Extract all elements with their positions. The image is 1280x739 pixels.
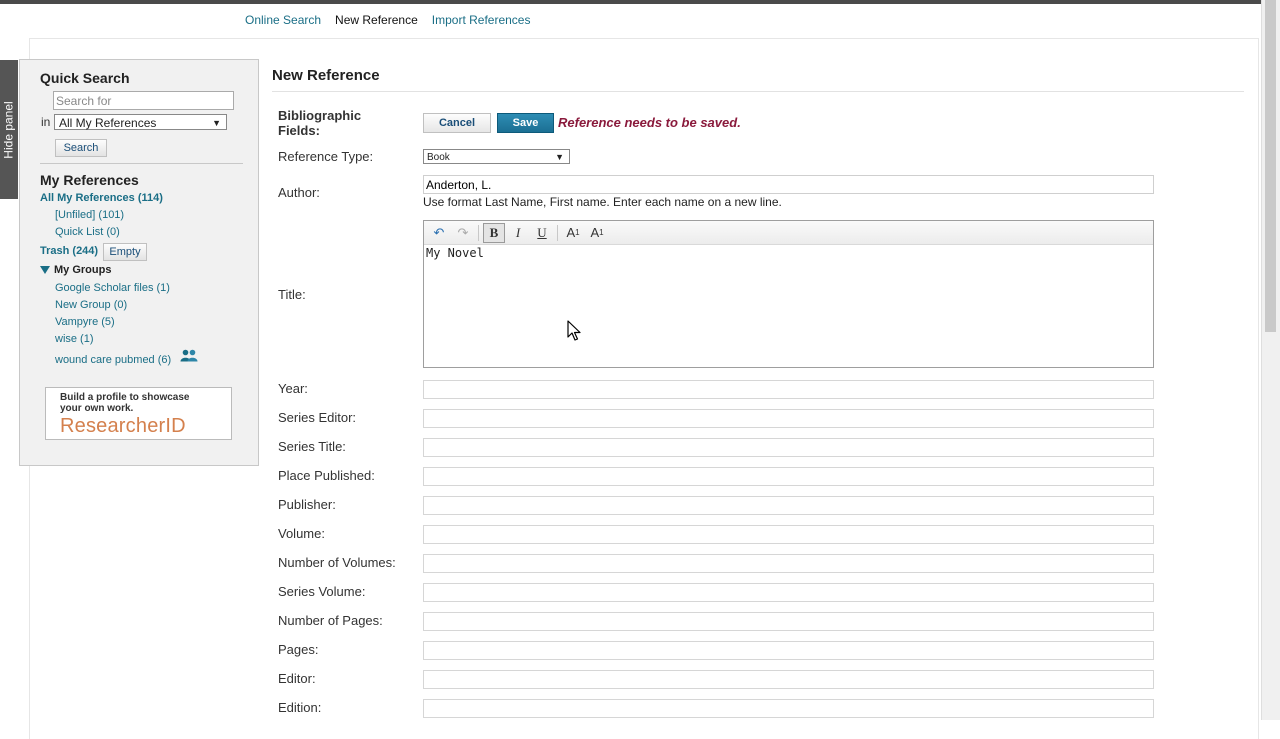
promo-text: Build a profile to showcase your own wor… [60,392,190,414]
reference-type-label: Reference Type: [278,149,374,164]
nav-new-reference[interactable]: New Reference [335,13,418,27]
field-label: Number of Pages: [278,613,383,628]
author-format-hint: Use format Last Name, First name. Enter … [423,195,782,209]
quick-search-in-label: in [41,115,51,129]
field-input[interactable] [423,554,1154,573]
field-label: Editor: [278,671,316,686]
quick-search-scope-select[interactable]: All My References ▼ [54,114,227,130]
field-input[interactable] [423,670,1154,689]
field-input[interactable] [423,496,1154,515]
author-input[interactable] [423,175,1154,194]
top-bar [0,0,1262,4]
superscript-button[interactable]: A1 [586,223,608,243]
group-wound-care-pubmed-label: wound care pubmed (6) [55,354,172,366]
field-label: Pages: [278,642,319,657]
mouse-pointer-icon [567,320,581,346]
field-label: Series Volume: [278,584,366,599]
subscript-glyph: A [566,225,576,240]
title-editor-content[interactable]: My Novel [426,246,484,260]
top-nav: Online Search New Reference Import Refer… [245,13,530,27]
field-input[interactable] [423,641,1154,660]
field-label: Volume: [278,526,325,541]
save-button[interactable]: Save [497,113,554,133]
field-label: Year: [278,381,308,396]
reference-type-select[interactable]: Book ▼ [423,149,570,164]
unsaved-warning: Reference needs to be saved. [558,115,741,130]
hide-panel-tab[interactable]: Hide panel [0,60,18,199]
quick-search-button[interactable]: Search [55,139,107,157]
field-input[interactable] [423,612,1154,631]
underline-button[interactable]: U [531,223,553,243]
toolbar-separator [478,224,479,241]
field-input[interactable] [423,438,1154,457]
title-divider [272,91,1244,92]
title-editor[interactable]: ↶ ↷ B I U A1 A1 My Novel [423,220,1154,368]
group-new-group[interactable]: New Group (0) [55,299,127,311]
field-label: Series Editor: [278,410,357,425]
researcherid-logo: ResearcherID [60,415,186,437]
unfiled-link[interactable]: [Unfiled] (101) [55,209,124,221]
title-label: Title: [278,287,306,302]
field-label: Series Title: [278,439,346,454]
field-input[interactable] [423,409,1154,428]
field-input[interactable] [423,699,1154,718]
page-title: New Reference [272,67,380,84]
sidebar-divider [40,163,243,164]
chevron-down-icon: ▼ [555,152,564,162]
group-vampyre[interactable]: Vampyre (5) [55,316,115,328]
field-label: Number of Volumes: [278,555,396,570]
cancel-button[interactable]: Cancel [423,113,491,133]
field-input[interactable] [423,583,1154,602]
shared-group-icon [180,349,198,365]
italic-button[interactable]: I [507,223,529,243]
subscript-mark: 1 [575,228,580,237]
hide-panel-label: Hide panel [2,100,16,159]
nav-online-search[interactable]: Online Search [245,13,321,27]
superscript-mark: 1 [599,228,604,237]
group-wise[interactable]: wise (1) [55,333,94,345]
group-google-scholar-files[interactable]: Google Scholar files (1) [55,282,170,294]
quick-search-input[interactable] [53,91,234,110]
field-input[interactable] [423,525,1154,544]
author-label: Author: [278,185,320,200]
my-groups-header[interactable]: My Groups [40,264,111,276]
field-label: Edition: [278,700,322,715]
reference-type-value: Book [427,152,450,163]
nav-import-references[interactable]: Import References [432,13,531,27]
my-references-title: My References [40,172,139,188]
field-input[interactable] [423,380,1154,399]
redo-icon[interactable]: ↷ [452,223,474,243]
all-my-references-link[interactable]: All My References (114) [40,192,163,204]
toolbar-separator [557,224,558,241]
bibliographic-fields-label: Bibliographic Fields: [278,108,362,138]
sidebar: Quick Search in All My References ▼ Sear… [19,59,259,466]
editor-toolbar: ↶ ↷ B I U A1 A1 [424,221,1153,245]
scrollbar-thumb[interactable] [1265,0,1276,332]
vertical-scrollbar[interactable] [1261,0,1280,720]
researcherid-promo[interactable]: Build a profile to showcase your own wor… [45,387,232,440]
quick-list-link[interactable]: Quick List (0) [55,226,120,238]
trash-link[interactable]: Trash (244) [40,245,98,257]
empty-trash-button[interactable]: Empty [103,243,147,261]
field-label: Publisher: [278,497,336,512]
field-input[interactable] [423,467,1154,486]
group-wound-care-pubmed[interactable]: wound care pubmed (6) [55,349,198,366]
bold-button[interactable]: B [483,222,505,243]
chevron-down-icon: ▼ [212,118,221,128]
field-label: Place Published: [278,468,375,483]
my-groups-title: My Groups [54,264,112,276]
quick-search-title: Quick Search [40,70,130,86]
superscript-glyph: A [590,225,600,240]
undo-icon[interactable]: ↶ [428,223,450,243]
subscript-button[interactable]: A1 [562,223,584,243]
triangle-down-icon [40,266,50,274]
scope-selected-value: All My References [59,116,157,130]
